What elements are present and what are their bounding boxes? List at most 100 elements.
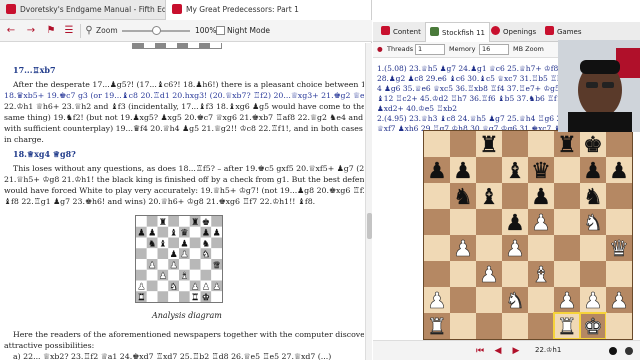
back-icon[interactable]: ←	[4, 24, 18, 38]
tab-stockfish[interactable]: Stockfish 11	[425, 22, 490, 42]
square-h6[interactable]	[606, 183, 632, 209]
square-h8[interactable]	[606, 131, 632, 157]
bookmark-icon[interactable]: ⚑	[44, 24, 58, 38]
tab-content[interactable]: Content	[377, 22, 425, 42]
square-f3[interactable]	[554, 261, 580, 287]
white-pawn-icon[interactable]: ♟	[557, 288, 577, 314]
black-bishop-icon[interactable]: ♝	[479, 185, 499, 210]
square-b3[interactable]	[450, 261, 476, 287]
tab-openings[interactable]: Openings	[487, 22, 540, 42]
square-c7[interactable]	[476, 157, 502, 183]
square-b8[interactable]	[450, 131, 476, 157]
square-e2[interactable]	[528, 287, 554, 313]
engine-start-icon[interactable]: ●	[377, 45, 383, 53]
square-c5[interactable]	[476, 209, 502, 235]
square-f5[interactable]	[554, 209, 580, 235]
engine-icon	[430, 27, 439, 36]
square-a8[interactable]	[424, 131, 450, 157]
tab-endgame-manual[interactable]: Dvoretsky's Endgame Manual - Fifth Editi…	[0, 0, 166, 20]
analysis-diagram[interactable]: ♜ ♜ ♚ ♟ ♟ ♝ ♛ ♟ ♟ ♞ ♝ ♟ ♞ ♟ ♟ ♞ ♟ ♟ ♛ ♟ ♝ ♟ ♞ ♟ ♟ ♟ ♜ ♜ ♚	[135, 215, 223, 303]
square-a3[interactable]	[424, 261, 450, 287]
white-pawn-icon[interactable]: ♟	[609, 288, 629, 314]
memory-select[interactable]: 16	[479, 44, 509, 55]
white-queen-icon[interactable]: ♛	[609, 237, 629, 263]
square-e1[interactable]	[528, 313, 554, 339]
square-a4[interactable]	[424, 235, 450, 261]
black-knight-icon[interactable]: ♞	[583, 185, 603, 210]
square-h3[interactable]	[606, 261, 632, 287]
current-move-label: 22.♔h1	[535, 346, 562, 354]
white-bishop-icon[interactable]: ♝	[531, 262, 551, 288]
square-c1[interactable]	[476, 313, 502, 339]
black-rook-icon[interactable]: ♜	[479, 133, 499, 158]
black-rook-icon[interactable]: ♜	[557, 133, 577, 158]
black-knight-icon[interactable]: ♞	[453, 185, 473, 210]
zoom-slider-handle[interactable]	[152, 26, 161, 35]
book-toolbar: ← → ⚑ ☰ ⚲ Zoom 100% Night Mode	[0, 20, 372, 42]
night-mode-checkbox[interactable]	[216, 26, 225, 35]
square-e4[interactable]	[528, 235, 554, 261]
black-pawn-icon[interactable]: ♟	[531, 185, 551, 210]
paragraph-line: with sufficient counterplay) 19...♛f4 20…	[4, 124, 364, 133]
diagram-square	[211, 216, 222, 227]
white-pawn-icon[interactable]: ♟	[583, 288, 603, 314]
square-b2[interactable]	[450, 287, 476, 313]
square-g4[interactable]	[580, 235, 606, 261]
side-to-move-indicator	[609, 347, 617, 355]
black-pawn-icon[interactable]: ♟	[583, 159, 603, 184]
square-b1[interactable]	[450, 313, 476, 339]
board-navigation-bar: ⏮ ◀ ▶ 22.♔h1	[373, 340, 640, 360]
white-pawn-icon[interactable]: ♟	[427, 288, 447, 314]
forward-icon[interactable]: →	[24, 24, 38, 38]
bookmark-list-icon[interactable]: ☰	[62, 24, 76, 38]
white-pawn-icon[interactable]: ♟	[531, 211, 551, 237]
square-f6[interactable]	[554, 183, 580, 209]
white-knight-icon[interactable]: ♞	[505, 288, 525, 314]
chessboard[interactable]: ♜ ♜ ♚ ♟ ♟ ♝ ♛ ♟ ♟ ♞ ♝ ♟ ♞ ♟ ♟ ♞ ♟ ♟ ♛ ♟ ♝ ♟ ♞ ♟ ♟ ♟ ♜ ♜ ♚	[423, 130, 633, 340]
square-g3[interactable]	[580, 261, 606, 287]
square-d8[interactable]	[502, 131, 528, 157]
white-pawn-icon[interactable]: ♟	[479, 262, 499, 288]
square-c4[interactable]	[476, 235, 502, 261]
search-icon[interactable]: ⚲	[82, 24, 96, 38]
scrollbar-thumb[interactable]	[367, 213, 372, 239]
tab-games[interactable]: Games	[541, 22, 586, 42]
black-pawn-icon[interactable]: ♟	[453, 159, 473, 184]
book-scrollbar[interactable]	[365, 43, 372, 360]
square-d6[interactable]	[502, 183, 528, 209]
tab-great-predecessors[interactable]: My Great Predecessors: Part 1	[166, 0, 372, 20]
flip-board-icon[interactable]	[625, 347, 633, 355]
square-a6[interactable]	[424, 183, 450, 209]
toolbar-divider	[80, 24, 81, 38]
black-pawn-icon[interactable]: ♟	[505, 211, 525, 236]
threads-select[interactable]: 1	[415, 44, 445, 55]
next-move-icon[interactable]: ▶	[509, 345, 523, 357]
black-queen-icon[interactable]: ♛	[531, 159, 551, 184]
white-knight-icon[interactable]: ♞	[583, 211, 603, 237]
square-f4[interactable]	[554, 235, 580, 261]
white-rook-icon[interactable]: ♜	[557, 314, 577, 340]
zoom-slider[interactable]	[122, 26, 190, 35]
square-h1[interactable]	[606, 313, 632, 339]
white-pawn-icon[interactable]: ♟	[453, 237, 473, 263]
black-king-icon[interactable]: ♚	[583, 133, 603, 158]
first-move-icon[interactable]: ⏮	[473, 345, 487, 357]
black-pawn-icon[interactable]: ♟	[427, 159, 447, 184]
square-e8[interactable]	[528, 131, 554, 157]
square-f7[interactable]	[554, 157, 580, 183]
diagram-piece-icon: ♚	[202, 218, 210, 228]
diagram-square	[179, 291, 190, 302]
black-pawn-icon[interactable]: ♟	[609, 159, 629, 184]
square-d3[interactable]	[502, 261, 528, 287]
white-king-icon[interactable]: ♚	[583, 314, 603, 340]
square-h5[interactable]	[606, 209, 632, 235]
prev-move-icon[interactable]: ◀	[491, 345, 505, 357]
white-rook-icon[interactable]: ♜	[427, 314, 447, 340]
square-b5[interactable]	[450, 209, 476, 235]
square-a5[interactable]	[424, 209, 450, 235]
diagram-piece-icon: ♟	[202, 282, 210, 292]
square-c2[interactable]	[476, 287, 502, 313]
square-d1[interactable]	[502, 313, 528, 339]
black-bishop-icon[interactable]: ♝	[505, 159, 525, 184]
white-pawn-icon[interactable]: ♟	[505, 237, 525, 263]
